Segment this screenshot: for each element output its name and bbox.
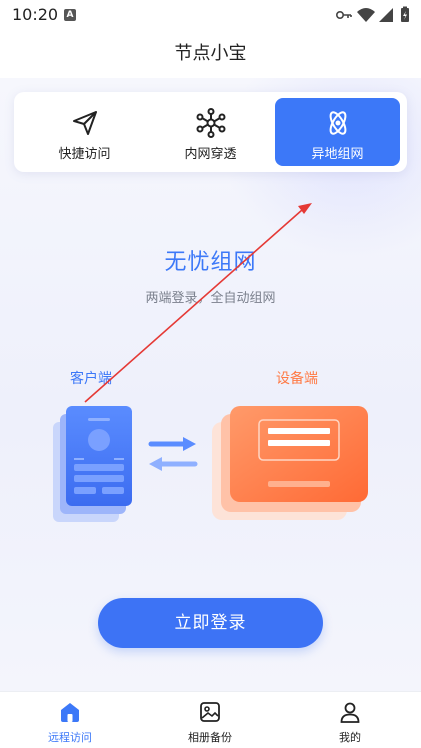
- connection-illustration: [53, 406, 368, 522]
- tab-label: 相册备份: [188, 731, 232, 744]
- notification-icon: A: [64, 9, 76, 21]
- user-icon: [340, 702, 360, 723]
- page-title: 节点小宝: [174, 43, 247, 64]
- home-icon: [61, 703, 79, 722]
- client-phone-icon: [53, 406, 132, 522]
- mode-label: 异地组网: [311, 147, 364, 162]
- mode-intranet-penetration[interactable]: 内网穿透: [148, 98, 273, 166]
- device-label: 设备端: [276, 371, 318, 387]
- photo-icon: [200, 702, 220, 722]
- status-bar: 10:20 A: [0, 0, 421, 30]
- signal-icon: [379, 8, 393, 22]
- app-title-bar: 节点小宝: [0, 30, 421, 78]
- bottom-tab-bar: 远程访问 相册备份 我的: [0, 691, 421, 748]
- tab-mine[interactable]: 我的: [280, 692, 420, 748]
- mode-quick-access[interactable]: 快捷访问: [22, 98, 147, 166]
- status-time: 10:20: [12, 5, 59, 24]
- key-icon: [335, 11, 352, 20]
- wifi-icon: [357, 8, 375, 22]
- status-icons: [335, 6, 411, 24]
- atom-icon: [329, 111, 347, 135]
- tab-photo-backup[interactable]: 相册备份: [140, 692, 280, 748]
- tab-label: 远程访问: [48, 731, 92, 744]
- mode-label: 内网穿透: [184, 147, 237, 162]
- device-icon: [212, 406, 368, 520]
- tab-label: 我的: [339, 731, 361, 744]
- mode-label: 快捷访问: [58, 147, 111, 162]
- battery-icon: [401, 6, 409, 22]
- intro-title: 无忧组网: [164, 250, 257, 275]
- login-button[interactable]: 立即登录: [98, 598, 323, 648]
- client-label: 客户端: [70, 371, 112, 387]
- main-content: 快捷访问 内网穿透 异地组网 无忧组网 两端登录，全自动组网 客户端 设备端 立…: [0, 78, 421, 691]
- network-nodes-icon: [196, 108, 226, 138]
- sync-arrows-icon: [148, 437, 198, 471]
- mode-selector: 快捷访问 内网穿透 异地组网: [14, 92, 407, 172]
- intro-subtitle: 两端登录，全自动组网: [145, 291, 276, 306]
- mode-remote-networking[interactable]: 异地组网: [275, 98, 400, 166]
- tab-remote-access[interactable]: 远程访问: [0, 692, 140, 748]
- paper-plane-icon: [73, 111, 97, 135]
